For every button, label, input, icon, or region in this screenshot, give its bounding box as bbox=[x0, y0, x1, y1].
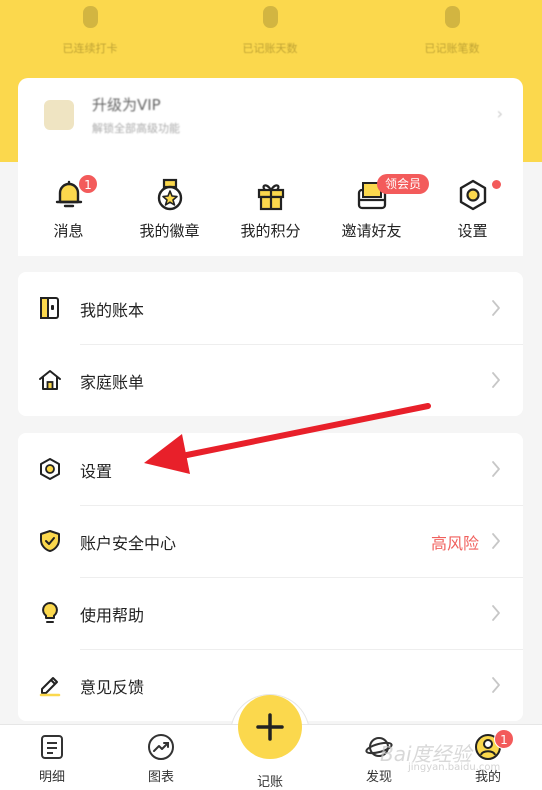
shield-check-icon bbox=[40, 530, 60, 552]
stat-checkin[interactable]: 已连续打卡 bbox=[30, 6, 150, 56]
row-settings[interactable]: 设置 bbox=[18, 433, 523, 505]
stat-days[interactable]: 已记账天数 bbox=[210, 6, 330, 56]
settings-alert-dot bbox=[492, 180, 501, 189]
stat-label: 已记账天数 bbox=[242, 42, 298, 55]
chevron-right-icon: › bbox=[496, 104, 503, 123]
vip-crown-icon bbox=[44, 100, 74, 130]
chevron-right-icon bbox=[492, 677, 500, 693]
quick-label: 邀请好友 bbox=[341, 222, 402, 240]
quick-label: 我的徽章 bbox=[139, 222, 200, 240]
stats-row: 已连续打卡 已记账天数 已记账笔数 bbox=[0, 0, 542, 70]
stat-entries[interactable]: 已记账笔数 bbox=[392, 6, 512, 56]
nav-charts[interactable]: 图表 bbox=[121, 733, 201, 785]
list-icon bbox=[41, 735, 63, 759]
vip-upgrade-card[interactable]: 升级为VIP 解锁全部高级功能 › bbox=[18, 78, 523, 162]
row-label: 账户安全中心 bbox=[80, 534, 177, 553]
stat-value bbox=[82, 6, 98, 28]
message-count-badge: 1 bbox=[78, 174, 98, 194]
chevron-right-icon bbox=[492, 533, 500, 549]
row-label: 意见反馈 bbox=[80, 678, 145, 697]
row-label: 设置 bbox=[80, 462, 113, 481]
chart-icon bbox=[148, 734, 174, 760]
quick-label: 我的积分 bbox=[240, 222, 301, 240]
row-label: 使用帮助 bbox=[80, 606, 145, 625]
chevron-right-icon bbox=[492, 300, 500, 316]
medal-icon bbox=[157, 178, 182, 211]
stat-value bbox=[262, 6, 278, 28]
stat-label: 已连续打卡 bbox=[62, 42, 118, 55]
quick-actions: 消息 1 我的徽章 我的积分 邀请好友 领会员 设置 bbox=[18, 162, 523, 256]
ledger-icon bbox=[40, 297, 59, 319]
row-label: 我的账本 bbox=[80, 301, 145, 320]
add-record-button[interactable] bbox=[238, 695, 302, 759]
chevron-right-icon bbox=[492, 461, 500, 477]
chevron-right-icon bbox=[492, 372, 500, 388]
row-label: 家庭账单 bbox=[80, 373, 145, 392]
nav-details[interactable]: 明细 bbox=[12, 733, 92, 785]
quick-settings[interactable]: 设置 bbox=[422, 178, 523, 241]
quick-points[interactable]: 我的积分 bbox=[220, 178, 321, 241]
hexagon-settings-icon bbox=[40, 458, 60, 480]
settings-card: 设置 账户安全中心 高风险 使用帮助 意见反馈 bbox=[18, 433, 523, 721]
quick-label: 消息 bbox=[53, 222, 84, 240]
quick-label: 设置 bbox=[457, 222, 488, 240]
watermark-url: jingyan.baidu.com bbox=[408, 762, 501, 773]
quick-messages[interactable]: 消息 1 bbox=[18, 174, 119, 241]
hexagon-settings-icon bbox=[459, 179, 486, 211]
row-help[interactable]: 使用帮助 bbox=[18, 577, 523, 649]
vip-subtitle: 解锁全部高级功能 bbox=[92, 122, 180, 135]
ledger-card: 我的账本 家庭账单 bbox=[18, 272, 523, 416]
stat-label: 已记账笔数 bbox=[424, 42, 480, 55]
nav-label: 明细 bbox=[38, 770, 65, 785]
add-record-label: 记账 bbox=[256, 775, 283, 790]
lightbulb-icon bbox=[42, 602, 58, 623]
nav-label: 发现 bbox=[365, 770, 392, 785]
nav-label: 图表 bbox=[147, 770, 174, 785]
risk-status-text: 高风险 bbox=[430, 534, 479, 553]
quick-badges[interactable]: 我的徽章 bbox=[119, 178, 220, 241]
plus-icon bbox=[256, 713, 284, 741]
quick-invite[interactable]: 邀请好友 领会员 bbox=[321, 174, 430, 241]
chevron-right-icon bbox=[492, 605, 500, 621]
row-account-security[interactable]: 账户安全中心 高风险 bbox=[18, 505, 523, 577]
mine-count-badge: 1 bbox=[494, 729, 514, 749]
profile-header: 已连续打卡 已记账天数 已记账笔数 升级为VIP 解锁全部高级功能 › bbox=[0, 0, 542, 162]
row-my-ledger[interactable]: 我的账本 bbox=[18, 272, 523, 344]
pencil-icon bbox=[39, 677, 61, 697]
row-family-bill[interactable]: 家庭账单 bbox=[18, 344, 523, 416]
vip-title: 升级为VIP bbox=[92, 96, 161, 114]
stat-value bbox=[444, 6, 460, 28]
home-icon bbox=[39, 370, 61, 390]
gift-icon bbox=[257, 184, 284, 211]
